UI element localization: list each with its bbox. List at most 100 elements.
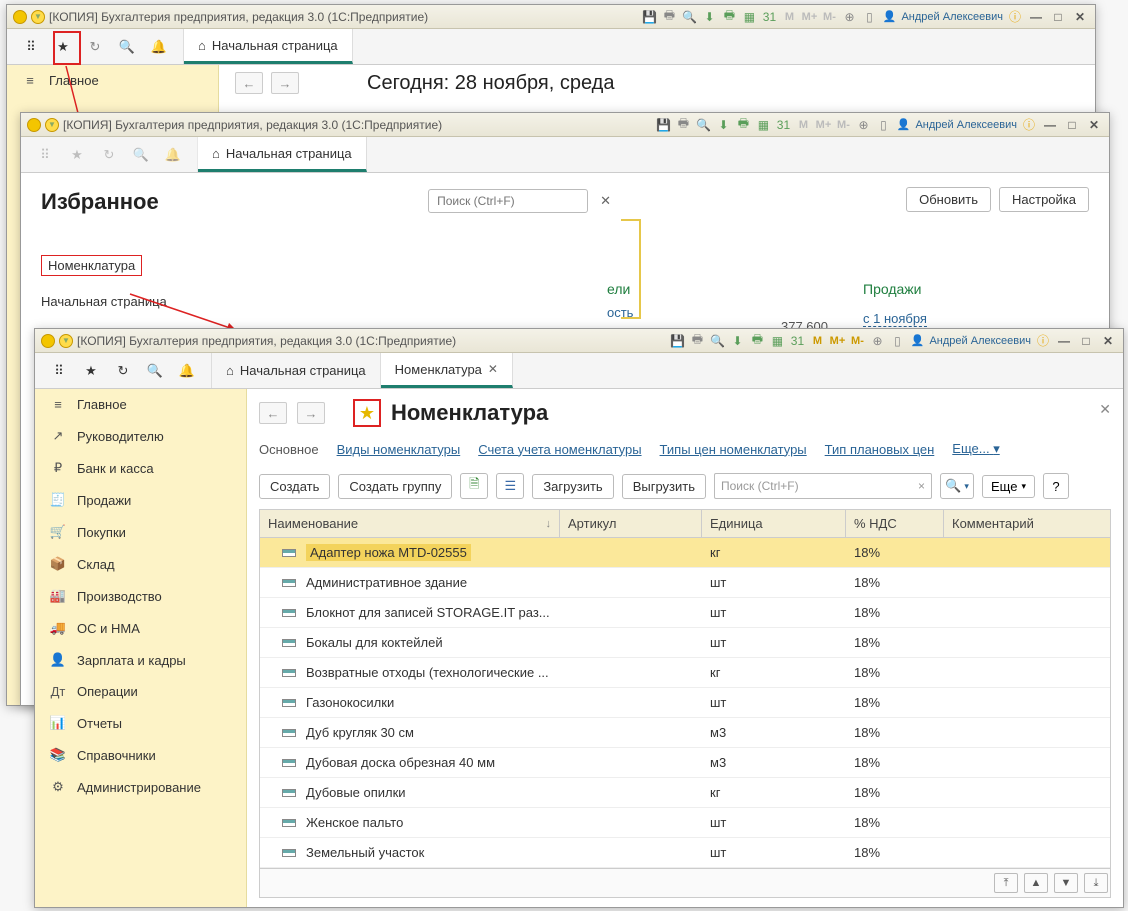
favorites-search-clear-icon[interactable]: ✕	[600, 193, 611, 209]
col-vat[interactable]: % НДС	[846, 510, 944, 537]
grid-up-button[interactable]: ▲	[1024, 873, 1048, 893]
grid-down-button[interactable]: ▼	[1054, 873, 1078, 893]
doc-down-icon[interactable]: ⬇	[701, 9, 717, 25]
save-icon-3[interactable]: 💾	[669, 333, 685, 349]
settings-button[interactable]: Настройка	[999, 187, 1089, 212]
favorites-star-icon[interactable]: ★	[53, 37, 73, 57]
username-3[interactable]: Андрей Алексеевич	[929, 335, 1031, 347]
sidebar-item-3[interactable]: 🧾Продажи	[35, 484, 246, 516]
bell-icon-3[interactable]: 🔔	[177, 361, 197, 381]
info-icon[interactable]: ⓘ	[1007, 9, 1023, 25]
breadcrumb-more[interactable]: Еще... ▾	[952, 441, 999, 457]
username-2[interactable]: Андрей Алексеевич	[915, 119, 1017, 131]
minimize-button-2[interactable]: —	[1041, 116, 1059, 134]
tab-home-2[interactable]: ⌂ Начальная страница	[198, 137, 367, 172]
zoom-in-icon-3[interactable]: ⊕	[869, 333, 885, 349]
table-row[interactable]: Дубовая доска обрезная 40 мм м3 18%	[260, 748, 1110, 778]
search-icon[interactable]: 🔍	[117, 37, 137, 57]
bell-icon[interactable]: 🔔	[149, 37, 169, 57]
minimize-button-1[interactable]: —	[1027, 8, 1045, 26]
grid-bottom-button[interactable]: ⤓	[1084, 873, 1108, 893]
favorites-link-nomenclature[interactable]: Номенклатура	[41, 255, 142, 276]
load-button[interactable]: Загрузить	[532, 474, 613, 499]
help-button[interactable]: ?	[1043, 473, 1069, 499]
dropdown-icon-3[interactable]: ▼	[59, 334, 73, 348]
maximize-button-2[interactable]: □	[1063, 116, 1081, 134]
table-row[interactable]: Дубовые опилки кг 18%	[260, 778, 1110, 808]
nav-forward-button-3[interactable]: →	[297, 402, 325, 424]
panel-icon-3[interactable]: ▯	[889, 333, 905, 349]
calendar-icon-3[interactable]: ▦	[769, 333, 785, 349]
favorites-search-input[interactable]	[428, 189, 588, 213]
table-row[interactable]: Женское пальто шт 18%	[260, 808, 1110, 838]
favorites-star-icon-3[interactable]: ★	[81, 361, 101, 381]
sidebar-item-5[interactable]: 📦Склад	[35, 548, 246, 580]
breadcrumb-accounts[interactable]: Счета учета номенклатуры	[478, 442, 641, 457]
table-row[interactable]: Земельный участок шт 18%	[260, 838, 1110, 868]
print-icon-3[interactable]: 🖶	[689, 333, 705, 349]
page-close-icon[interactable]: ✕	[1099, 401, 1111, 418]
calendar-icon-2[interactable]: ▦	[755, 117, 771, 133]
tab-nomenclature[interactable]: Номенклатура ✕	[381, 353, 513, 388]
bell-icon-2[interactable]: 🔔	[163, 145, 183, 165]
m-minus-icon-3[interactable]: M-	[849, 333, 865, 349]
doc-down-icon-2[interactable]: ⬇	[715, 117, 731, 133]
search-icon-3[interactable]: 🔍	[145, 361, 165, 381]
dropdown-icon[interactable]: ▼	[31, 10, 45, 24]
zoom-in-icon[interactable]: ⊕	[841, 9, 857, 25]
sidebar-item-10[interactable]: 📊Отчеты	[35, 707, 246, 739]
col-name[interactable]: Наименование↓	[260, 510, 560, 537]
doc-print-icon-2[interactable]: 🖶	[735, 117, 751, 133]
apps-icon-2[interactable]: ⠿	[35, 145, 55, 165]
apps-icon-3[interactable]: ⠿	[49, 361, 69, 381]
doc-down-icon-3[interactable]: ⬇	[729, 333, 745, 349]
table-row[interactable]: Блокнот для записей STORAGE.IT раз... шт…	[260, 598, 1110, 628]
minimize-button-3[interactable]: —	[1055, 332, 1073, 350]
doc-print-icon-3[interactable]: 🖶	[749, 333, 765, 349]
table-row[interactable]: Бокалы для коктейлей шт 18%	[260, 628, 1110, 658]
preview-icon[interactable]: 🔍	[681, 9, 697, 25]
m-plus-icon-2[interactable]: M+	[815, 117, 831, 133]
sidebar-item-4[interactable]: 🛒Покупки	[35, 516, 246, 548]
save-icon-2[interactable]: 💾	[655, 117, 671, 133]
sidebar-item-9[interactable]: ДтОперации	[35, 676, 246, 707]
sidebar-item-11[interactable]: 📚Справочники	[35, 739, 246, 771]
username-1[interactable]: Андрей Алексеевич	[901, 11, 1003, 23]
tab-home-3[interactable]: ⌂ Начальная страница	[212, 353, 381, 388]
close-button-3[interactable]: ✕	[1099, 332, 1117, 350]
m-minus-icon-2[interactable]: M-	[835, 117, 851, 133]
preview-icon-2[interactable]: 🔍	[695, 117, 711, 133]
breadcrumb-plan-price[interactable]: Тип плановых цен	[825, 442, 935, 457]
maximize-button-1[interactable]: □	[1049, 8, 1067, 26]
favorite-star-tile[interactable]: ★	[353, 399, 381, 427]
more-button[interactable]: Еще▾	[982, 475, 1035, 498]
history-icon-3[interactable]: ↻	[113, 361, 133, 381]
doc-print-icon[interactable]: 🖶	[721, 9, 737, 25]
tab-home-1[interactable]: ⌂ Начальная страница	[184, 29, 353, 64]
col-unit[interactable]: Единица	[702, 510, 846, 537]
sidebar-item-7[interactable]: 🚚ОС и НМА	[35, 612, 246, 644]
close-button-2[interactable]: ✕	[1085, 116, 1103, 134]
list-icon-button[interactable]: ☰	[496, 473, 524, 499]
info-icon-2[interactable]: ⓘ	[1021, 117, 1037, 133]
sidebar-item-2[interactable]: ₽Банк и касса	[35, 452, 246, 484]
m-plus-icon-3[interactable]: M+	[829, 333, 845, 349]
sales-since-link[interactable]: с 1 ноября	[863, 311, 927, 327]
sidebar-item-6[interactable]: 🏭Производство	[35, 580, 246, 612]
table-row[interactable]: Административное здание шт 18%	[260, 568, 1110, 598]
breadcrumb-main[interactable]: Основное	[259, 442, 319, 457]
m-icon[interactable]: M	[781, 9, 797, 25]
refresh-button[interactable]: Обновить	[906, 187, 991, 212]
panel-icon-2[interactable]: ▯	[875, 117, 891, 133]
nav-forward-button-1[interactable]: →	[271, 72, 299, 94]
sidebar-item-1[interactable]: ↗Руководителю	[35, 420, 246, 452]
table-row[interactable]: Дуб кругляк 30 см м3 18%	[260, 718, 1110, 748]
nav-back-button-1[interactable]: ←	[235, 72, 263, 94]
sidebar-item-12[interactable]: ⚙Администрирование	[35, 771, 246, 803]
col-article[interactable]: Артикул	[560, 510, 702, 537]
zoom-in-icon-2[interactable]: ⊕	[855, 117, 871, 133]
search-icon-2[interactable]: 🔍	[131, 145, 151, 165]
m-icon-2[interactable]: M	[795, 117, 811, 133]
history-icon[interactable]: ↻	[85, 37, 105, 57]
table-row[interactable]: Газонокосилки шт 18%	[260, 688, 1110, 718]
